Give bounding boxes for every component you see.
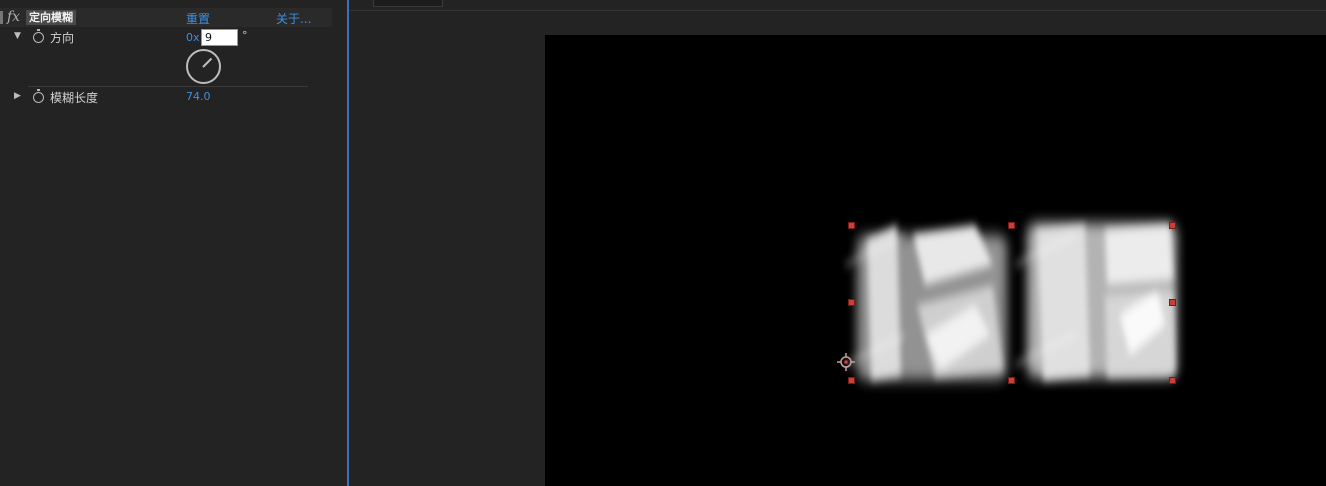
effect-controls-panel: fx 定向模糊 重置 关于... ▼ 方向 0x ° ▶ 模糊长度 74.0 [0, 0, 347, 486]
stopwatch-icon[interactable] [33, 89, 44, 103]
direction-degree-input[interactable] [201, 29, 238, 46]
transform-handle-bottom-right[interactable] [1169, 377, 1176, 384]
degree-unit: ° [242, 29, 248, 42]
transform-handle-top-left[interactable] [848, 222, 855, 229]
angle-dial-hand [202, 57, 213, 68]
property-row-blur-length: ▶ 模糊长度 74.0 [0, 87, 332, 107]
tab-divider [349, 10, 1326, 11]
composition-tab[interactable] [373, 0, 443, 7]
property-label: 模糊长度 [50, 91, 99, 105]
transform-handle-bottom-left[interactable] [848, 377, 855, 384]
reset-link[interactable]: 重置 [186, 10, 210, 27]
transform-handle-middle-right[interactable] [1169, 299, 1176, 306]
transform-handle-top-center[interactable] [1008, 222, 1015, 229]
transform-handle-middle-left[interactable] [848, 299, 855, 306]
transform-handle-bottom-center[interactable] [1008, 377, 1015, 384]
twirl-expanded-icon[interactable]: ▼ [14, 31, 21, 41]
effect-name[interactable]: 定向模糊 [26, 10, 76, 25]
about-link[interactable]: 关于... [276, 10, 311, 27]
twirl-collapsed-icon[interactable]: ▶ [14, 91, 21, 101]
panel-tab-strip [0, 0, 347, 6]
effect-header-row[interactable]: fx 定向模糊 重置 关于... [0, 8, 332, 27]
angle-dial-control[interactable] [186, 49, 221, 84]
revolutions-value[interactable]: 0x [186, 31, 200, 44]
property-label: 方向 [50, 31, 75, 45]
effect-enable-bar [0, 11, 3, 24]
blurred-text-layer[interactable] [545, 35, 1326, 486]
composition-panel [349, 0, 1326, 486]
anchor-point-icon[interactable] [837, 353, 855, 371]
blur-length-value[interactable]: 74.0 [186, 90, 211, 103]
stopwatch-icon[interactable] [33, 29, 44, 43]
fx-icon[interactable]: fx [7, 9, 20, 25]
composition-canvas[interactable] [545, 35, 1326, 486]
transform-handle-top-right[interactable] [1169, 222, 1176, 229]
property-row-direction: ▼ 方向 0x ° [0, 28, 332, 86]
